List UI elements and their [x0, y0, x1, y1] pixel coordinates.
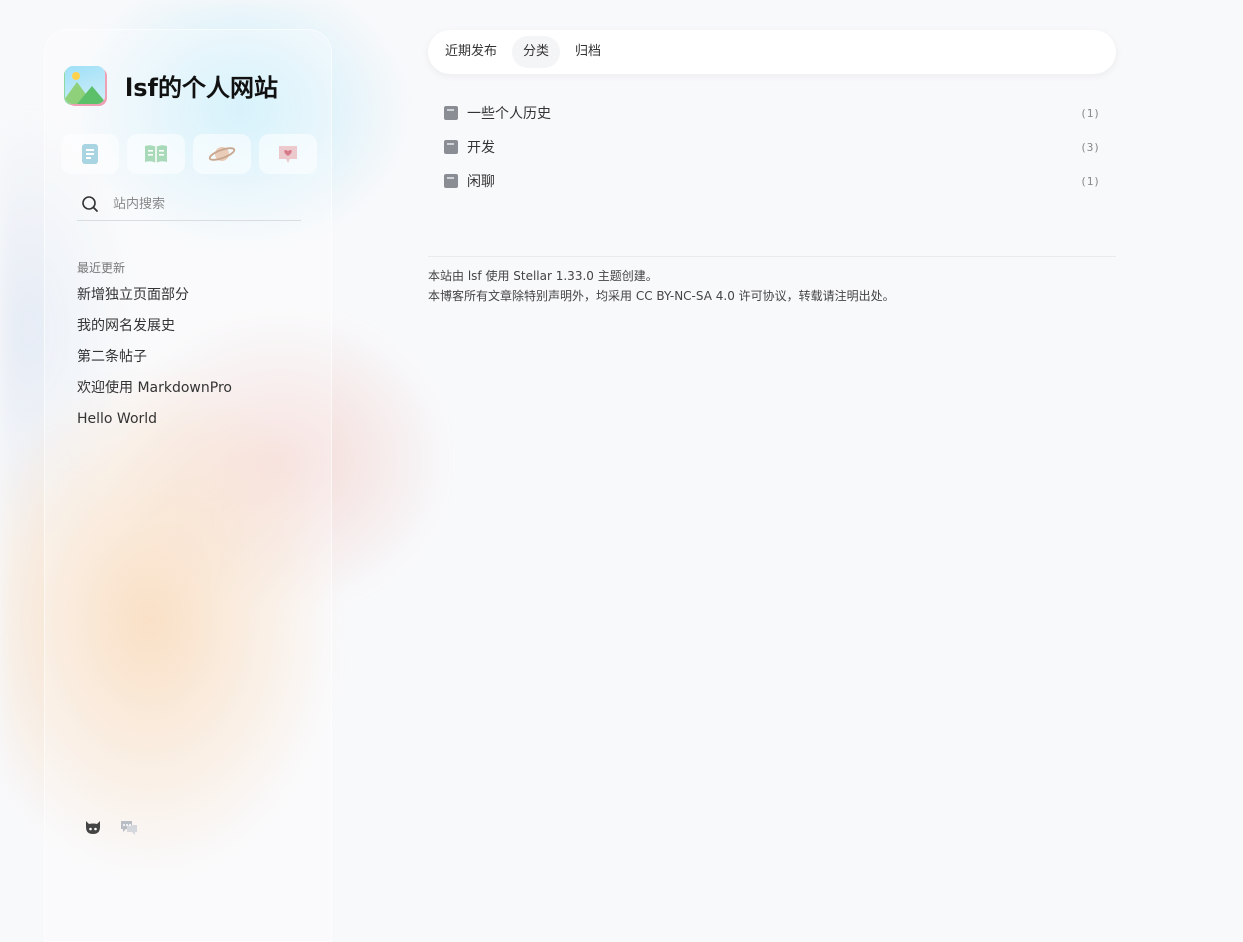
category-name[interactable]: 一些个人历史 [467, 103, 551, 123]
comments-icon[interactable] [119, 818, 139, 840]
category-item[interactable]: 开发 (3) [444, 130, 1100, 164]
folder-icon [444, 106, 458, 120]
footer-line: 本站由 lsf 使用 Stellar 1.33.0 主题创建。 [428, 269, 658, 283]
site-header[interactable]: lsf的个人网站 [65, 66, 278, 104]
category-name[interactable]: 闲聊 [467, 171, 495, 191]
search-icon[interactable] [81, 195, 99, 213]
notes-icon[interactable] [61, 134, 119, 174]
tab-archive[interactable]: 归档 [564, 36, 612, 68]
category-item[interactable]: 一些个人历史 (1) [444, 96, 1100, 130]
search-box[interactable] [77, 188, 301, 221]
tab-recent[interactable]: 近期发布 [434, 36, 508, 68]
search-input[interactable] [111, 195, 295, 213]
site-footer: 本站由 lsf 使用 Stellar 1.33.0 主题创建。 本博客所有文章除… [428, 266, 895, 306]
recent-item[interactable]: 欢迎使用 MarkdownPro [77, 379, 232, 410]
category-name[interactable]: 开发 [467, 137, 495, 157]
book-icon[interactable] [127, 134, 185, 174]
folder-icon [444, 140, 458, 154]
footer-line: 本博客所有文章除特别声明外，均采用 CC BY-NC-SA 4.0 许可协议，转… [428, 289, 895, 303]
planet-icon[interactable] [193, 134, 251, 174]
category-count: (3) [1080, 140, 1100, 154]
category-list: 一些个人历史 (1) 开发 (3) 闲聊 (1) [444, 96, 1100, 198]
social-links [83, 818, 139, 840]
tab-categories[interactable]: 分类 [512, 36, 561, 68]
sidebar-nav-icons [61, 134, 317, 174]
github-icon[interactable] [83, 818, 103, 840]
recent-list: 新增独立页面部分 我的网名发展史 第二条帖子 欢迎使用 MarkdownPro … [77, 286, 232, 441]
site-title[interactable]: lsf的个人网站 [125, 68, 278, 103]
folder-icon [444, 174, 458, 188]
site-logo-icon[interactable] [65, 66, 105, 104]
top-nav: 近期发布 分类 归档 [428, 30, 1116, 74]
category-count: (1) [1080, 174, 1100, 188]
category-count: (1) [1080, 106, 1100, 120]
chat-heart-icon[interactable] [259, 134, 317, 174]
recent-item[interactable]: 第二条帖子 [77, 348, 232, 379]
sidebar: lsf的个人网站 最近更新 新增独立页面部分 我的网名发展史 第二条帖子 欢迎使… [44, 29, 332, 942]
recent-item[interactable]: 新增独立页面部分 [77, 286, 232, 317]
recent-item[interactable]: 我的网名发展史 [77, 317, 232, 348]
category-item[interactable]: 闲聊 (1) [444, 164, 1100, 198]
recent-heading: 最近更新 [77, 261, 126, 275]
recent-item[interactable]: Hello World [77, 410, 232, 441]
footer-divider [428, 256, 1116, 257]
